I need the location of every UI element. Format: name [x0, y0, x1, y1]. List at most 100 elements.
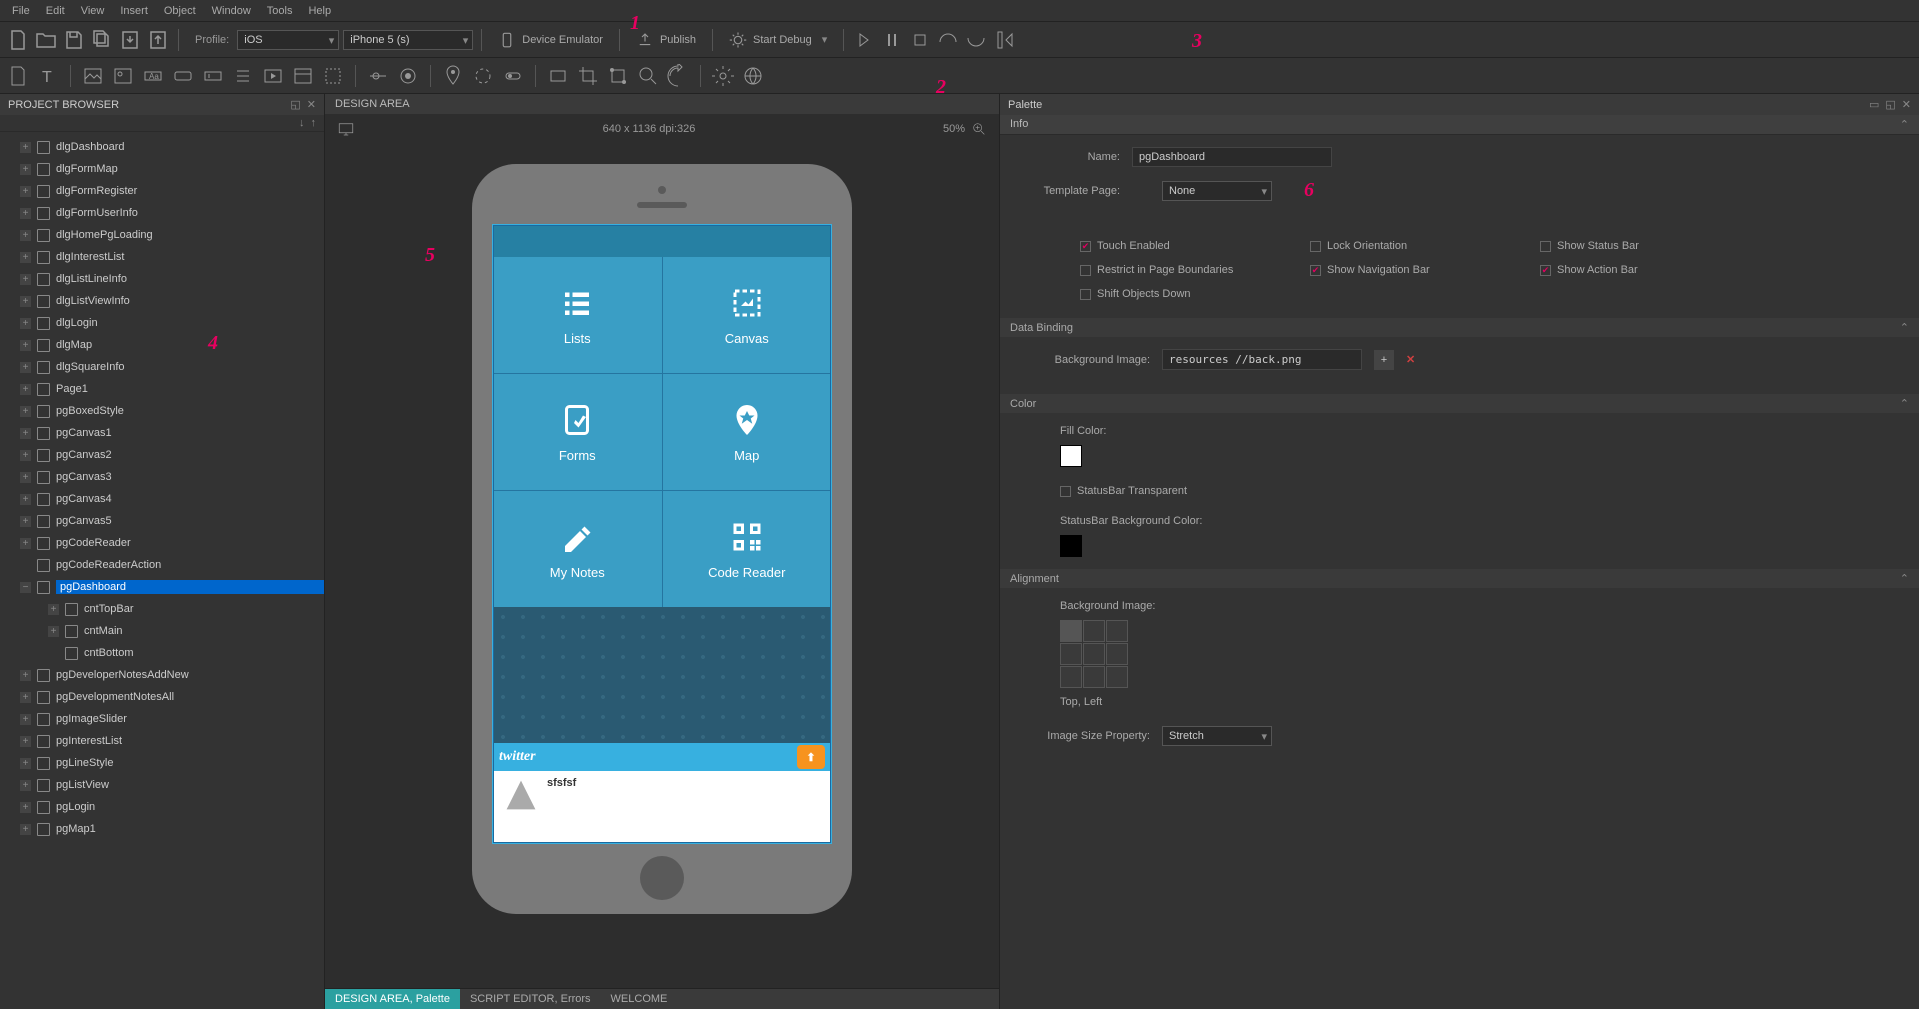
resume-icon[interactable] [992, 28, 1016, 52]
start-debug-button[interactable]: Start Debug ▾ [721, 27, 835, 53]
expand-icon[interactable]: + [20, 296, 31, 307]
pause-icon[interactable] [880, 28, 904, 52]
tree-item-cntmain[interactable]: +cntMain [0, 620, 324, 642]
device-select[interactable]: iPhone 5 (s) [343, 30, 473, 50]
tree-item-pgimageslider[interactable]: +pgImageSlider [0, 708, 324, 730]
expand-icon[interactable]: + [20, 780, 31, 791]
align-bot-left[interactable] [1060, 666, 1082, 688]
bg-image-input[interactable] [1162, 349, 1362, 370]
palette-close-icon[interactable]: ✕ [1902, 98, 1911, 111]
monitor-icon[interactable] [337, 120, 355, 138]
tree-item-pgdevelopernotesaddnew[interactable]: +pgDeveloperNotesAddNew [0, 664, 324, 686]
name-input[interactable] [1132, 147, 1332, 167]
export-icon[interactable] [118, 28, 142, 52]
save-all-icon[interactable] [90, 28, 114, 52]
align-top-left[interactable] [1060, 620, 1082, 642]
expand-icon[interactable]: + [20, 670, 31, 681]
tree-item-pgcanvas4[interactable]: +pgCanvas4 [0, 488, 324, 510]
expand-icon[interactable]: + [20, 142, 31, 153]
align-mid-left[interactable] [1060, 643, 1082, 665]
shift-checkbox[interactable] [1080, 289, 1091, 300]
expand-icon[interactable]: + [20, 252, 31, 263]
feed-upload-button[interactable]: ⬆ [797, 745, 825, 769]
platform-select[interactable]: iOS [237, 30, 339, 50]
tree-item-dlgsquareinfo[interactable]: +dlgSquareInfo [0, 356, 324, 378]
expand-icon[interactable]: − [20, 582, 31, 593]
expand-icon[interactable] [48, 648, 59, 659]
tree-item-pgcanvas2[interactable]: +pgCanvas2 [0, 444, 324, 466]
tree-item-page1[interactable]: +Page1 [0, 378, 324, 400]
tab-design-area[interactable]: DESIGN AREA, Palette [325, 989, 460, 1009]
alignment-section[interactable]: Alignment⌃ [1000, 569, 1919, 588]
expand-icon[interactable]: + [20, 208, 31, 219]
template-select[interactable]: None [1162, 181, 1272, 201]
toggle-tool-icon[interactable] [501, 64, 525, 88]
bg-image-delete-button[interactable]: ✕ [1406, 353, 1415, 366]
collapse-icon[interactable]: ⌃ [1900, 118, 1909, 131]
tab-script-editor[interactable]: SCRIPT EDITOR, Errors [460, 989, 601, 1009]
tree-item-pgdashboard[interactable]: −pgDashboard [0, 576, 324, 598]
tree-item-pginterestlist[interactable]: +pgInterestList [0, 730, 324, 752]
canvas-area[interactable]: 5 Lists Canvas [325, 144, 999, 988]
slider-tool-icon[interactable] [366, 64, 390, 88]
step-out-icon[interactable] [964, 28, 988, 52]
color-section[interactable]: Color⌃ [1000, 394, 1919, 413]
expand-icon[interactable]: + [20, 692, 31, 703]
expand-icon[interactable]: + [20, 362, 31, 373]
lock-orientation-checkbox[interactable] [1310, 241, 1321, 252]
tree-item-dlginterestlist[interactable]: +dlgInterestList [0, 246, 324, 268]
palette-min-icon[interactable]: ▭ [1869, 98, 1879, 111]
tree-item-cntbottom[interactable]: cntBottom [0, 642, 324, 664]
tree-item-dlglogin[interactable]: +dlgLogin [0, 312, 324, 334]
transform-tool-icon[interactable] [606, 64, 630, 88]
zoom-icon[interactable] [971, 121, 987, 137]
menu-edit[interactable]: Edit [38, 3, 73, 19]
tree-item-pglogin[interactable]: +pgLogin [0, 796, 324, 818]
tree-item-dlgformmap[interactable]: +dlgFormMap [0, 158, 324, 180]
expand-icon[interactable]: + [20, 230, 31, 241]
expand-icon[interactable]: + [48, 626, 59, 637]
list-tool-icon[interactable] [231, 64, 255, 88]
tree-item-dlghomepgloading[interactable]: +dlgHomePgLoading [0, 224, 324, 246]
tree-item-pgmap1[interactable]: +pgMap1 [0, 818, 324, 840]
text-tool-icon[interactable]: T [36, 64, 60, 88]
expand-icon[interactable]: + [20, 538, 31, 549]
tile-codereader[interactable]: Code Reader [663, 491, 832, 607]
gear-icon[interactable] [711, 64, 735, 88]
radio-tool-icon[interactable] [396, 64, 420, 88]
expand-icon[interactable]: + [20, 318, 31, 329]
expand-icon[interactable]: + [20, 450, 31, 461]
textbox-tool-icon[interactable] [201, 64, 225, 88]
open-folder-icon[interactable] [34, 28, 58, 52]
tree-item-dlgformuserinfo[interactable]: +dlgFormUserInfo [0, 202, 324, 224]
step-into-icon[interactable] [852, 28, 876, 52]
loading-tool-icon[interactable] [471, 64, 495, 88]
menu-window[interactable]: Window [204, 3, 259, 19]
expand-icon[interactable]: + [20, 340, 31, 351]
fill-color-swatch[interactable] [1060, 445, 1082, 467]
menu-file[interactable]: File [4, 3, 38, 19]
menu-object[interactable]: Object [156, 3, 204, 19]
expand-icon[interactable]: + [20, 758, 31, 769]
align-bot-center[interactable] [1083, 666, 1105, 688]
tree-item-pgcanvas3[interactable]: +pgCanvas3 [0, 466, 324, 488]
save-icon[interactable] [62, 28, 86, 52]
phone-screen[interactable]: Lists Canvas Forms Map [492, 224, 832, 844]
map-pin-tool-icon[interactable] [441, 64, 465, 88]
panel-close-icon[interactable]: ✕ [307, 98, 316, 111]
expand-icon[interactable]: + [20, 736, 31, 747]
align-top-center[interactable] [1083, 620, 1105, 642]
tile-forms[interactable]: Forms [493, 374, 662, 490]
button-tool-icon[interactable] [171, 64, 195, 88]
tree-item-pgcodereader[interactable]: +pgCodeReader [0, 532, 324, 554]
expand-icon[interactable]: + [20, 164, 31, 175]
tile-lists[interactable]: Lists [493, 257, 662, 373]
align-mid-right[interactable] [1106, 643, 1128, 665]
expand-icon[interactable] [20, 560, 31, 571]
expand-icon[interactable]: + [20, 384, 31, 395]
tree-item-cnttopbar[interactable]: +cntTopBar [0, 598, 324, 620]
tree-item-dlglistlineinfo[interactable]: +dlgListLineInfo [0, 268, 324, 290]
select-tool-icon[interactable] [321, 64, 345, 88]
stop-icon[interactable] [908, 28, 932, 52]
container-tool-icon[interactable] [291, 64, 315, 88]
